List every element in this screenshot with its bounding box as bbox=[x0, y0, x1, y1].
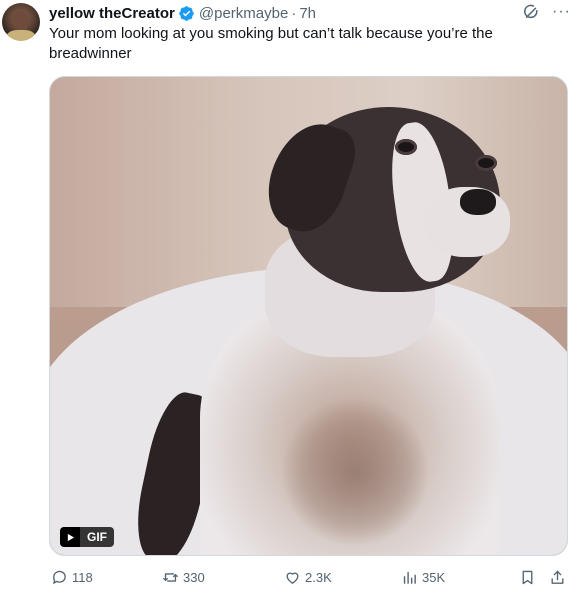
dog-eye-right bbox=[475, 155, 497, 171]
gif-badge[interactable]: GIF bbox=[60, 527, 114, 547]
grok-icon[interactable] bbox=[522, 3, 540, 21]
play-icon[interactable] bbox=[60, 527, 80, 547]
bookmark-icon bbox=[522, 570, 533, 584]
heart-icon bbox=[286, 572, 299, 584]
dog-eye-left bbox=[395, 139, 417, 155]
reply-count: 118 bbox=[72, 569, 93, 585]
header-actions: ··· bbox=[522, 3, 571, 21]
share-icon bbox=[551, 570, 564, 584]
author-handle[interactable]: @perkmaybe bbox=[199, 5, 288, 22]
avatar[interactable] bbox=[2, 3, 40, 41]
separator-dot: · bbox=[291, 4, 297, 22]
more-icon[interactable]: ··· bbox=[552, 4, 571, 20]
avatar-face bbox=[13, 11, 29, 31]
gif-label: GIF bbox=[80, 527, 114, 547]
dog-spots bbox=[280, 397, 430, 547]
verified-badge-icon[interactable] bbox=[178, 5, 195, 22]
like-count: 2.3K bbox=[305, 569, 332, 585]
avatar-shirt bbox=[7, 30, 35, 41]
tweet-text: Your mom looking at you smoking but can’… bbox=[49, 25, 493, 62]
timestamp[interactable]: 7h bbox=[299, 5, 316, 22]
views-button[interactable]: 35K bbox=[401, 569, 445, 586]
bookmark-button[interactable] bbox=[519, 569, 536, 586]
tweet-actions: 118 330 2.3K 35K bbox=[49, 566, 569, 588]
repost-icon bbox=[163, 572, 178, 582]
dog-nose bbox=[460, 189, 496, 215]
views-icon bbox=[403, 571, 416, 584]
repost-button[interactable]: 330 bbox=[162, 569, 205, 586]
author-name[interactable]: yellow theCreator bbox=[49, 5, 175, 22]
views-count: 35K bbox=[422, 569, 446, 585]
like-button[interactable]: 2.3K bbox=[284, 569, 332, 586]
reply-button[interactable]: 118 bbox=[51, 569, 93, 586]
media-gif[interactable]: GIF bbox=[49, 76, 568, 556]
tweet-header: yellow theCreator @perkmaybe · 7h bbox=[49, 3, 571, 23]
share-button[interactable] bbox=[549, 569, 566, 586]
reply-icon bbox=[53, 570, 66, 584]
repost-count: 330 bbox=[183, 569, 205, 585]
